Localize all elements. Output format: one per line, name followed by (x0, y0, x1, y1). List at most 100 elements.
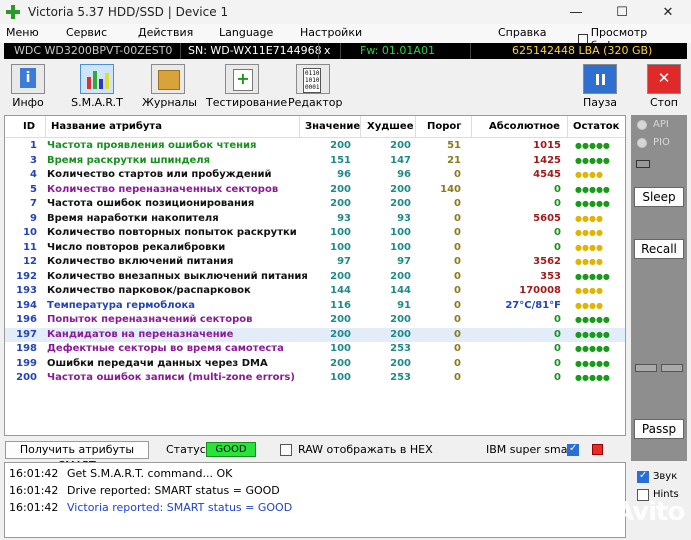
editor-tool-button[interactable]: Редактор (288, 60, 343, 110)
log-time: 16:01:42 (9, 501, 59, 514)
attribute-raw: 27°C/81°F (505, 299, 561, 311)
table-row[interactable]: 192 Количество внезапных выключений питан… (5, 270, 625, 285)
ibm-smart-checkbox[interactable] (567, 443, 579, 456)
attribute-threshold: 0 (454, 299, 461, 311)
stop-label: Стоп (649, 96, 678, 109)
sleep-button[interactable]: Sleep (634, 187, 684, 207)
device-capacity: 625142448 LBA (320 GB) (512, 44, 653, 57)
attribute-value: 96 (337, 169, 351, 180)
header-threshold[interactable]: Порог (427, 121, 462, 132)
sound-checkbox[interactable] (637, 470, 649, 483)
pause-button[interactable]: Пауза (582, 60, 618, 110)
side-indicator-right (661, 364, 683, 372)
table-row[interactable]: 11 Число повторов рекалибровки 100 100 0 0 ●●●… (5, 241, 625, 256)
table-row[interactable]: 3 Время раскрутки шпинделя 151 147 21 1425 ●●●… (5, 154, 625, 169)
maximize-button[interactable]: ☐ (599, 0, 645, 24)
attribute-raw: 1015 (533, 140, 561, 151)
app-cross-icon (6, 5, 20, 19)
pio-radio[interactable] (637, 138, 647, 148)
menu-bar: Меню Сервис Действия Language Настройки … (0, 24, 691, 52)
attribute-threshold: 0 (454, 270, 461, 282)
close-button[interactable]: ✕ (645, 0, 691, 24)
attribute-value: 200 (330, 314, 351, 325)
attribute-remaining: ●●●●● (575, 373, 610, 382)
log-time: 16:01:42 (9, 484, 59, 497)
menu-help[interactable]: Справка (498, 26, 546, 39)
table-row[interactable]: 199 Ошибки передачи данных через DMA 200 20… (5, 357, 625, 372)
stop-button[interactable]: Стоп (646, 60, 682, 110)
info-tool-button[interactable]: Инфо (6, 60, 50, 110)
attribute-value: 100 (330, 372, 351, 383)
table-row[interactable]: 1 Частота проявления ошибок чтения 200 200 5… (5, 139, 625, 154)
attribute-id: 12 (23, 256, 37, 267)
testing-tool-label: Тестирование (206, 96, 288, 109)
passp-button[interactable]: Passp (634, 419, 684, 439)
menu-language[interactable]: Language (219, 26, 273, 39)
table-row[interactable]: 12 Количество включений питания 97 97 0 3562 ●… (5, 255, 625, 270)
header-name[interactable]: Название атрибута (51, 121, 162, 132)
attribute-name: Дефектные секторы во время самотеста (47, 343, 284, 354)
raw-hex-checkbox[interactable] (280, 444, 292, 456)
attribute-name: Количество стартов или пробуждений (47, 169, 272, 180)
header-worst[interactable]: Худшее (367, 121, 414, 132)
table-row[interactable]: 197 Кандидатов на переназначение 200 200 0 0 ●… (5, 327, 625, 342)
attribute-name: Число повторов рекалибровки (47, 241, 226, 253)
watermark-dots-icon (588, 502, 610, 524)
table-row[interactable]: 198 Дефектные секторы во время самотеста 1… (5, 342, 625, 357)
header-remaining[interactable]: Остаток (573, 121, 619, 132)
attribute-threshold: 21 (447, 154, 461, 166)
attribute-value: 116 (330, 299, 351, 311)
table-row[interactable]: 200 Частота ошибок записи (multi-zone err… (5, 371, 625, 386)
attribute-worst: 96 (397, 169, 411, 180)
table-row[interactable]: 193 Количество парковок/распарковок 144 144… (5, 284, 625, 299)
log-entry: 16:01:42 Get S.M.A.R.T. command... OK (5, 466, 625, 483)
stop-icon (647, 64, 681, 94)
attribute-id: 200 (16, 372, 37, 383)
attribute-remaining: ●●●●● (575, 358, 610, 368)
header-value[interactable]: Значение (305, 121, 360, 132)
table-row[interactable]: 4 Количество стартов или пробуждений 96 96 0… (5, 168, 625, 183)
get-smart-button[interactable]: Получить атрибуты SMART (5, 441, 149, 472)
header-id[interactable]: ID (23, 121, 35, 132)
attribute-threshold: 0 (454, 328, 461, 340)
table-row[interactable]: 7 Частота ошибок позиционирования 200 200 0 0… (5, 197, 625, 212)
table-row[interactable]: 9 Время наработки накопителя 93 93 0 5605 ●●●● (5, 212, 625, 227)
menu-main[interactable]: Меню (6, 26, 39, 39)
attribute-worst: 200 (390, 270, 411, 282)
attribute-id: 4 (30, 169, 37, 180)
header-raw[interactable]: Абсолютное (489, 121, 560, 132)
pio-label: PIO (653, 137, 670, 148)
device-close-x[interactable]: x (324, 44, 331, 57)
attribute-value: 200 (330, 357, 351, 369)
attribute-raw: 0 (554, 314, 561, 325)
table-row[interactable]: 10 Количество повторных попыток раскрутки… (5, 226, 625, 241)
minimize-button[interactable]: — (553, 0, 599, 24)
watermark-text: Avito (614, 497, 685, 527)
menu-actions[interactable]: Действия (138, 26, 193, 39)
attribute-id: 198 (16, 343, 37, 354)
attribute-value: 151 (330, 154, 351, 166)
recall-button[interactable]: Recall (634, 239, 684, 259)
attribute-remaining: ●●●●● (575, 315, 610, 324)
table-row[interactable]: 194 Температура гермоблока 116 91 0 27°C/81°F… (5, 299, 625, 314)
attribute-value: 200 (330, 183, 351, 195)
pause-icon (583, 64, 617, 94)
smart-tool-button[interactable]: S.M.A.R.T (68, 60, 126, 110)
attribute-raw: 0 (554, 372, 561, 383)
attribute-threshold: 0 (454, 198, 461, 209)
side-indicator-left (635, 364, 657, 372)
editor-tool-label: Редактор (288, 96, 343, 109)
journals-tool-button[interactable]: Журналы (142, 60, 197, 110)
api-radio[interactable] (637, 120, 647, 130)
menu-settings[interactable]: Настройки (300, 26, 362, 39)
attribute-name: Частота проявления ошибок чтения (47, 140, 257, 151)
attribute-worst: 253 (390, 372, 411, 383)
table-row[interactable]: 196 Попыток переназначений секторов 200 200… (5, 313, 625, 328)
attribute-name: Частота ошибок позиционирования (47, 198, 255, 209)
attribute-remaining: ●●●● (575, 213, 603, 223)
attribute-worst: 91 (397, 299, 411, 311)
hex-editor-icon (296, 64, 330, 94)
table-row[interactable]: 5 Количество переназначенных секторов 200 2… (5, 183, 625, 198)
menu-service[interactable]: Сервис (66, 26, 107, 39)
testing-tool-button[interactable]: Тестирование (206, 60, 288, 110)
